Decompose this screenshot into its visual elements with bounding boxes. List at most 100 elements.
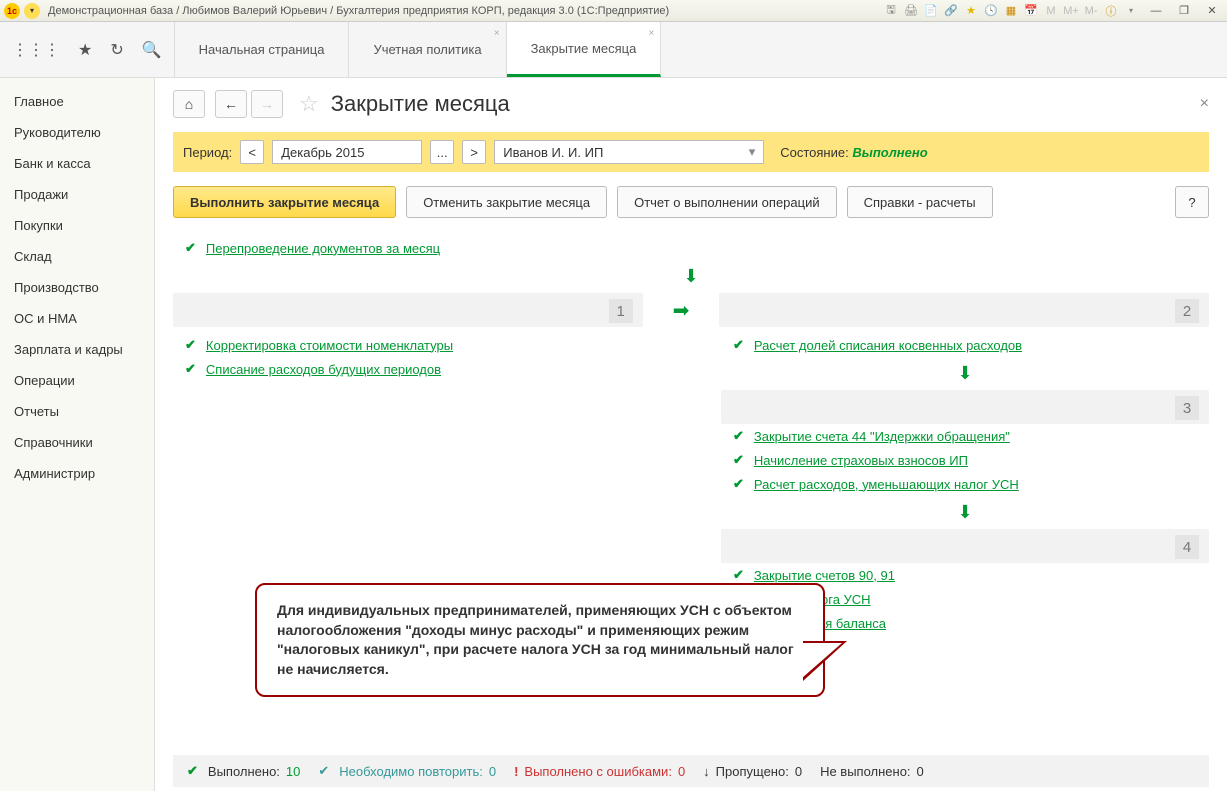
status-label: Пропущено: (716, 764, 789, 779)
history-icon[interactable]: 🕓 (983, 3, 999, 19)
calculations-button[interactable]: Справки - расчеты (847, 186, 993, 218)
check-icon: ✔ (318, 763, 329, 779)
window-minimize-button[interactable]: — (1145, 3, 1167, 19)
status-label: Состояние: (780, 145, 848, 160)
window-titlebar: 1c ▾ Демонстрационная база / Любимов Вал… (0, 0, 1227, 22)
block-number: 4 (1175, 535, 1199, 559)
memory-mplus-icon[interactable]: M+ (1063, 3, 1079, 19)
operation-link[interactable]: Расчет долей списания косвенных расходов (754, 338, 1022, 353)
operation-link[interactable]: Начисление страховых взносов ИП (754, 453, 968, 468)
sidebar-item-reports[interactable]: Отчеты (0, 396, 154, 427)
favorite-star-icon[interactable]: ☆ (299, 91, 319, 117)
info-dropdown-icon[interactable]: ▾ (1123, 3, 1139, 19)
status-count: 0 (917, 764, 924, 779)
calendar-icon[interactable]: 📅 (1023, 3, 1039, 19)
recent-icon[interactable]: ↻ (110, 40, 123, 60)
operation-repost-link[interactable]: Перепроведение документов за месяц (206, 241, 440, 256)
operation-link[interactable]: Расчет расходов, уменьшающих налог УСН (754, 477, 1019, 492)
sidebar-item-purchases[interactable]: Покупки (0, 210, 154, 241)
print-icon[interactable]: 🖨 (903, 3, 919, 19)
block-4-header: 4 (721, 529, 1209, 563)
execute-close-button[interactable]: Выполнить закрытие месяца (173, 186, 396, 218)
favorite-icon[interactable]: ★ (963, 3, 979, 19)
apps-icon[interactable]: ⋮⋮⋮ (12, 40, 60, 60)
status-count: 10 (286, 764, 300, 779)
home-button[interactable]: ⌂ (173, 90, 205, 118)
operation-link[interactable]: Закрытие счетов 90, 91 (754, 568, 895, 583)
page-header: ⌂ ← → ☆ Закрытие месяца × (173, 90, 1209, 118)
sidebar-item-payroll[interactable]: Зарплата и кадры (0, 334, 154, 365)
app-logo-icon: 1c (4, 3, 20, 19)
arrow-down-icon: ⬇ (721, 502, 1209, 523)
star-icon[interactable]: ★ (78, 40, 92, 60)
memory-mminus-icon[interactable]: M- (1083, 3, 1099, 19)
block-3-header: 3 (721, 390, 1209, 424)
status-count: 0 (678, 764, 685, 779)
block-number: 3 (1175, 396, 1199, 420)
organization-field[interactable]: Иванов И. И. ИП ▾ (494, 140, 764, 164)
status-count: 0 (489, 764, 496, 779)
operation-row: ✔ Начисление страховых взносов ИП (721, 448, 1209, 472)
nav-sidebar: Главное Руководителю Банк и касса Продаж… (0, 78, 155, 791)
operation-link[interactable]: Списание расходов будущих периодов (206, 362, 441, 377)
info-icon[interactable]: ⓘ (1103, 3, 1119, 19)
tab-close-icon[interactable]: × (494, 28, 500, 39)
forward-button[interactable]: → (251, 90, 283, 118)
tab-close-icon[interactable]: × (649, 28, 655, 39)
operations-report-button[interactable]: Отчет о выполнении операций (617, 186, 837, 218)
page-title: Закрытие месяца (331, 91, 510, 117)
status-skipped: ↓ Пропущено: 0 (703, 764, 802, 779)
sidebar-item-main[interactable]: Главное (0, 86, 154, 117)
status-done: ✔ Выполнено: 10 (187, 763, 300, 779)
search-icon[interactable]: 🔍 (142, 40, 162, 60)
tab-accounting-policy[interactable]: Учетная политика × (349, 22, 506, 77)
check-icon: ✔ (187, 763, 198, 779)
top-toolbar: ⋮⋮⋮ ★ ↻ 🔍 Начальная страница Учетная пол… (0, 22, 1227, 78)
status-label: Выполнено с ошибками: (524, 764, 672, 779)
app-menu-dropdown[interactable]: ▾ (24, 3, 40, 19)
help-button[interactable]: ? (1175, 186, 1209, 218)
sidebar-item-production[interactable]: Производство (0, 272, 154, 303)
block-number: 1 (609, 299, 633, 323)
page-close-button[interactable]: × (1200, 95, 1209, 113)
tab-start-page[interactable]: Начальная страница (175, 22, 350, 77)
period-field[interactable]: Декабрь 2015 (272, 140, 422, 164)
tab-close-month[interactable]: Закрытие месяца × (507, 22, 662, 77)
status-repeat: ✔ Необходимо повторить: 0 (318, 763, 496, 779)
period-prev-button[interactable]: < (240, 140, 264, 164)
sidebar-item-admin[interactable]: Администрир (0, 458, 154, 489)
error-icon: ! (514, 764, 518, 779)
memory-m-icon[interactable]: M (1043, 3, 1059, 19)
document-icon[interactable]: 📄 (923, 3, 939, 19)
sidebar-item-manager[interactable]: Руководителю (0, 117, 154, 148)
sidebar-item-assets[interactable]: ОС и НМА (0, 303, 154, 334)
window-restore-button[interactable]: ❐ (1173, 3, 1195, 19)
period-next-button[interactable]: > (462, 140, 486, 164)
check-icon: ✔ (733, 452, 744, 468)
save-icon[interactable]: 🖫 (883, 3, 899, 19)
window-title: Демонстрационная база / Любимов Валерий … (48, 5, 883, 17)
back-button[interactable]: ← (215, 90, 247, 118)
window-close-button[interactable]: ✕ (1201, 3, 1223, 19)
callout-text: Для индивидуальных предпринимателей, при… (277, 602, 794, 677)
status-label: Выполнено: (208, 764, 280, 779)
operation-link[interactable]: Закрытие счета 44 "Издержки обращения" (754, 429, 1010, 444)
sidebar-item-warehouse[interactable]: Склад (0, 241, 154, 272)
period-select-button[interactable]: ... (430, 140, 454, 164)
sidebar-item-operations[interactable]: Операции (0, 365, 154, 396)
organization-value: Иванов И. И. ИП (503, 145, 603, 160)
sidebar-item-sales[interactable]: Продажи (0, 179, 154, 210)
tab-label: Закрытие месяца (531, 41, 637, 56)
cancel-close-button[interactable]: Отменить закрытие месяца (406, 186, 607, 218)
calculator-icon[interactable]: ▦ (1003, 3, 1019, 19)
check-icon: ✔ (733, 567, 744, 583)
sidebar-item-catalogs[interactable]: Справочники (0, 427, 154, 458)
operation-row: ✔ Расчет расходов, уменьшающих налог УСН (721, 472, 1209, 496)
arrow-down-icon: ⬇ (173, 266, 1209, 287)
status-value: Выполнено (852, 145, 927, 160)
link-icon[interactable]: 🔗 (943, 3, 959, 19)
operation-link[interactable]: Корректировка стоимости номенклатуры (206, 338, 453, 353)
open-tabs: Начальная страница Учетная политика × За… (175, 22, 662, 77)
sidebar-item-bank[interactable]: Банк и касса (0, 148, 154, 179)
block-1-header: 1 (173, 293, 643, 327)
